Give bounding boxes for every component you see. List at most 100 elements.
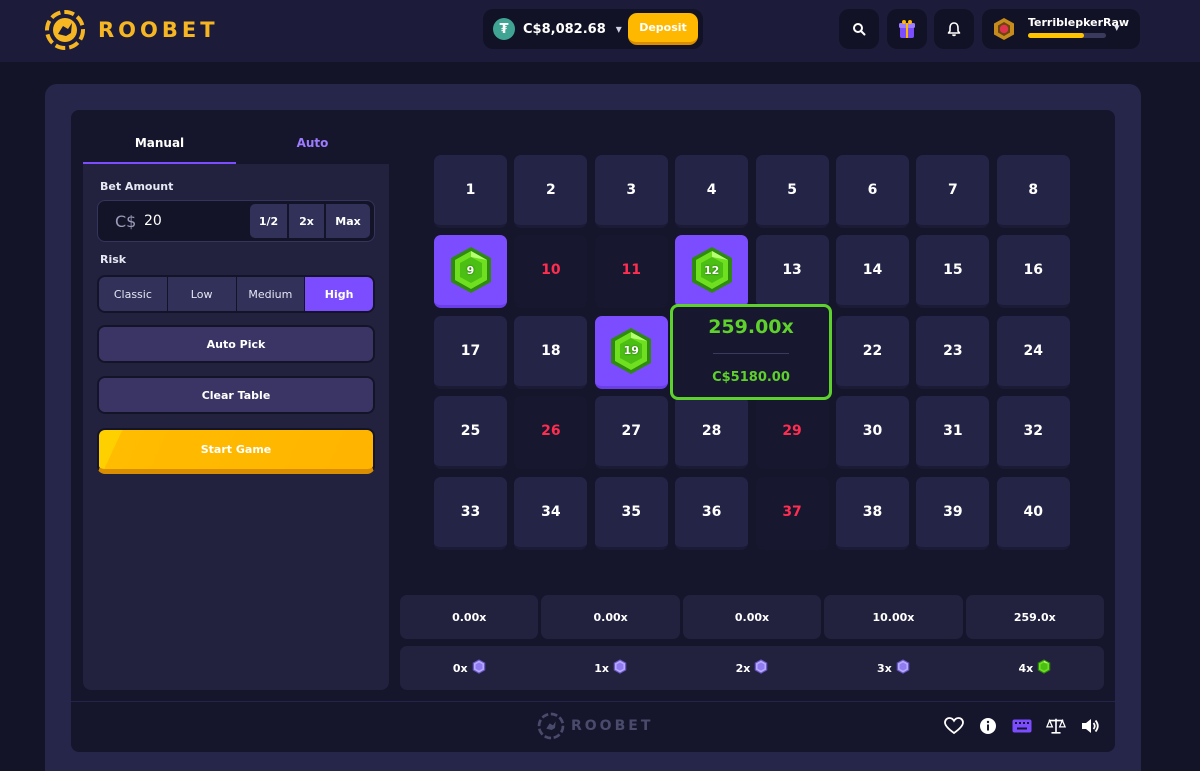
xp-progress-fill [1028, 33, 1085, 38]
bet-amount-field[interactable]: C$ 20 1/2 2x Max [97, 200, 375, 242]
auto-pick-button[interactable]: Auto Pick [97, 325, 375, 363]
keno-tile-miss[interactable]: 37 [755, 476, 829, 550]
hit-count-label: 2x [735, 661, 751, 675]
keno-tile[interactable]: 34 [514, 476, 588, 550]
start-game-button[interactable]: Start Game [97, 428, 375, 474]
roobet-logo[interactable]: ROOBET [44, 9, 219, 51]
risk-label: Risk [100, 253, 127, 266]
keno-tile-miss[interactable]: 26 [514, 396, 588, 470]
hit-count-label: 0x [452, 661, 468, 675]
green-gem-icon: 19 [609, 327, 653, 375]
keno-tile[interactable]: 33 [434, 476, 507, 550]
payout-hit-count: 3x [824, 646, 962, 690]
roobet-logo-icon [537, 712, 565, 740]
keno-tile[interactable]: 3 [594, 155, 668, 228]
risk-option-high[interactable]: High [305, 277, 373, 311]
keyboard-icon[interactable] [1012, 716, 1032, 736]
keno-tile[interactable]: 32 [996, 396, 1070, 470]
deposit-button[interactable]: Deposit [628, 13, 698, 45]
search-button[interactable] [839, 9, 879, 49]
chevron-down-icon[interactable]: ▾ [1114, 21, 1120, 34]
keno-tile[interactable]: 27 [594, 396, 668, 470]
notifications-button[interactable] [934, 9, 974, 49]
tab-auto[interactable]: Auto [236, 126, 389, 164]
payout-hit-count: 4x [966, 646, 1104, 690]
footer-roobet-logo: ROOBET [537, 712, 653, 740]
double-bet-button[interactable]: 2x [289, 204, 324, 238]
user-profile-menu[interactable]: TerriblepkerRaw ▾ [982, 9, 1140, 49]
risk-option-medium[interactable]: Medium [236, 277, 305, 311]
bet-control-panel [83, 164, 389, 690]
win-payout-popup: 259.00x C$5180.00 [670, 304, 832, 400]
hit-count-label: 4x [1018, 661, 1034, 675]
keno-tile[interactable]: 30 [835, 396, 909, 470]
keno-tile[interactable]: 31 [916, 396, 990, 470]
balance-scale-icon[interactable] [1046, 716, 1066, 736]
keno-tile[interactable]: 39 [916, 476, 990, 550]
keno-tile[interactable]: 24 [996, 315, 1070, 389]
hit-count-label: 3x [877, 661, 892, 675]
keno-tile-miss[interactable]: 11 [594, 235, 668, 309]
payout-multiplier-row: 0.00x 0.00x 0.00x 10.00x 259.0x [400, 595, 1105, 639]
payout-multiplier: 10.00x [824, 595, 963, 639]
keno-tile[interactable]: 18 [514, 315, 588, 389]
volume-icon[interactable] [1080, 716, 1100, 736]
footer-wordmark: ROOBET [571, 718, 654, 734]
gift-icon [899, 20, 915, 38]
risk-option-low[interactable]: Low [167, 277, 236, 311]
keno-tile-miss[interactable]: 29 [755, 396, 829, 470]
keno-tile-hit[interactable]: 19 [594, 315, 668, 389]
bet-amount-label: Bet Amount [100, 180, 174, 193]
tile-number: 12 [704, 263, 720, 277]
keno-tile[interactable]: 8 [996, 155, 1070, 228]
chevron-down-icon[interactable]: ▾ [616, 22, 622, 36]
rewards-button[interactable] [887, 9, 927, 49]
search-icon [853, 23, 866, 36]
xp-progress-bar [1028, 33, 1106, 38]
keno-tile[interactable]: 14 [835, 235, 909, 309]
keno-tile[interactable]: 6 [835, 155, 909, 228]
keno-tile-miss[interactable]: 10 [514, 235, 588, 309]
payout-hit-count: 2x [683, 646, 821, 690]
top-navigation-bar: ROOBET ₮ C$8,082.68 ▾ Deposit Terriblepk… [0, 0, 1200, 62]
wallet-balance[interactable]: ₮ C$8,082.68 ▾ Deposit [483, 9, 703, 49]
purple-gem-icon [754, 659, 768, 677]
keno-tile[interactable]: 17 [434, 315, 507, 389]
bet-amount-input[interactable]: 20 [144, 213, 162, 229]
tab-manual[interactable]: Manual [83, 126, 236, 164]
purple-gem-icon [896, 659, 910, 677]
keno-tile[interactable]: 4 [675, 155, 749, 228]
keno-tile[interactable]: 16 [996, 235, 1070, 309]
green-gem-icon [1037, 659, 1051, 677]
keno-tile[interactable]: 25 [434, 396, 507, 470]
keno-tile[interactable]: 36 [675, 476, 749, 550]
win-amount: C$5180.00 [712, 370, 790, 385]
keno-tile[interactable]: 7 [916, 155, 990, 228]
green-gem-icon: 12 [690, 246, 734, 294]
max-bet-button[interactable]: Max [326, 204, 370, 238]
info-icon[interactable] [978, 716, 998, 736]
keno-tile[interactable]: 28 [675, 396, 749, 470]
keno-tile[interactable]: 1 [434, 155, 507, 228]
keno-tile[interactable]: 2 [514, 155, 588, 228]
half-bet-button[interactable]: 1/2 [250, 204, 287, 238]
keno-tile-hit[interactable]: 12 [675, 235, 749, 309]
keno-tile-hit[interactable]: 9 [434, 235, 507, 309]
payout-multiplier: 0.00x [400, 595, 539, 639]
keno-tile[interactable]: 22 [835, 315, 909, 389]
clear-table-button[interactable]: Clear Table [97, 376, 375, 414]
keno-tile[interactable]: 5 [755, 155, 829, 228]
risk-option-classic[interactable]: Classic [99, 277, 167, 311]
green-gem-icon: 9 [449, 246, 493, 294]
keno-tile[interactable]: 15 [916, 235, 990, 309]
tile-number: 19 [623, 344, 639, 358]
keno-tile[interactable]: 23 [916, 315, 990, 389]
popup-divider [713, 353, 789, 354]
keno-tile[interactable]: 13 [755, 235, 829, 309]
keno-tile[interactable]: 40 [996, 476, 1070, 550]
keno-tile[interactable]: 35 [594, 476, 668, 550]
keno-tile[interactable]: 38 [835, 476, 909, 550]
heart-icon[interactable] [944, 716, 964, 736]
risk-selector: Classic Low Medium High [97, 275, 375, 313]
balance-amount: C$8,082.68 [523, 21, 606, 37]
